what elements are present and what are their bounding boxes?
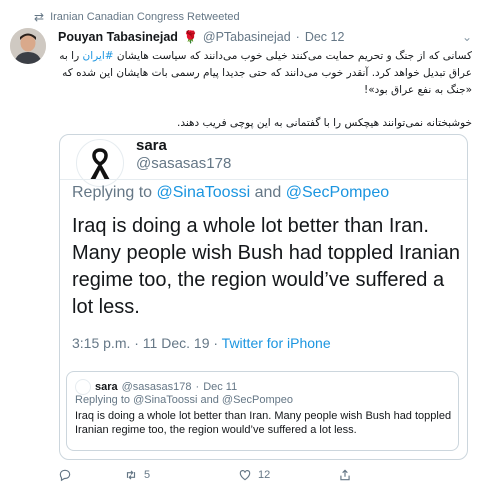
tweet-date[interactable]: Dec 12 — [305, 30, 345, 44]
share-action[interactable] — [338, 468, 352, 482]
quoted-author-handle[interactable]: @sasasas178 — [122, 381, 192, 393]
embedded-author-name[interactable]: sara — [136, 137, 167, 154]
separator-dot: · — [295, 30, 300, 44]
reply-action[interactable] — [58, 468, 124, 482]
quoted-tweet-text: Iraq is doing a whole lot better than Ir… — [75, 410, 452, 436]
retweet-icon: ⇄ — [34, 10, 45, 24]
heart-icon — [239, 470, 251, 481]
quoted-tweet-card[interactable]: sara @sasasas178 · Dec 11 Replying to @S… — [66, 371, 459, 451]
quoted-avatar[interactable] — [75, 379, 91, 395]
rose-emoji-icon: 🌹 — [182, 30, 198, 44]
embedded-tweet-card[interactable]: sara @sasasas178 Replying to @SinaToossi… — [59, 134, 468, 460]
quoted-replying-to: Replying to @SinaToossi and @SecPompeo — [75, 394, 294, 406]
avatar[interactable] — [10, 28, 46, 64]
tweet-text-paragraph-2: خوشبختانه نمی‌توانند هیچکس را با گفتمانی… — [176, 117, 472, 129]
quoted-date[interactable]: Dec 11 — [203, 381, 237, 393]
source-link[interactable]: Twitter for iPhone — [222, 335, 331, 351]
retweet-icon — [126, 470, 136, 480]
retweet-action[interactable]: 5 — [124, 468, 238, 482]
divider — [60, 179, 467, 180]
quoted-author-name[interactable]: sara — [95, 381, 118, 393]
tweet-text-paragraph-1: کسانی که از جنگ و تحریم حمایت می‌کنند خی… — [59, 50, 472, 96]
tweet-header: Pouyan Tabasinejad 🌹 @PTabasinejad · Dec… — [58, 30, 474, 44]
quoted-tweet-header: sara @sasasas178 · Dec 11 — [75, 379, 237, 395]
embedded-timestamp[interactable]: 3:15 p.m. · 11 Dec. 19 · — [72, 335, 222, 351]
retweet-count: 5 — [144, 469, 151, 481]
reply-icon — [59, 469, 71, 482]
retweeted-by-line: ⇄ Iranian Canadian Congress Retweeted — [34, 10, 240, 24]
chevron-down-icon[interactable]: ⌄ — [462, 30, 472, 44]
embedded-author-handle[interactable]: @sasasas178 — [136, 155, 231, 172]
like-action[interactable]: 12 — [238, 468, 338, 482]
replying-to-line: Replying to @SinaToossi and @SecPompeo — [72, 184, 390, 201]
author-handle[interactable]: @PTabasinejad — [203, 30, 291, 44]
tweet-actions: 5 12 — [58, 468, 352, 482]
mention-secpompeo[interactable]: @SecPompeo — [286, 184, 389, 201]
like-count: 12 — [258, 469, 271, 481]
mention-sinatoossi[interactable]: @SinaToossi — [157, 184, 251, 201]
separator-dot: · — [195, 381, 200, 393]
embedded-tweet-meta: 3:15 p.m. · 11 Dec. 19 · Twitter for iPh… — [72, 335, 331, 351]
author-name[interactable]: Pouyan Tabasinejad — [58, 30, 178, 44]
share-icon — [340, 469, 350, 481]
hashtag-link[interactable]: #ایران — [83, 50, 114, 62]
retweeted-by-label[interactable]: Iranian Canadian Congress Retweeted — [50, 11, 240, 23]
embedded-tweet-text: Iraq is doing a whole lot better than Ir… — [72, 215, 461, 318]
